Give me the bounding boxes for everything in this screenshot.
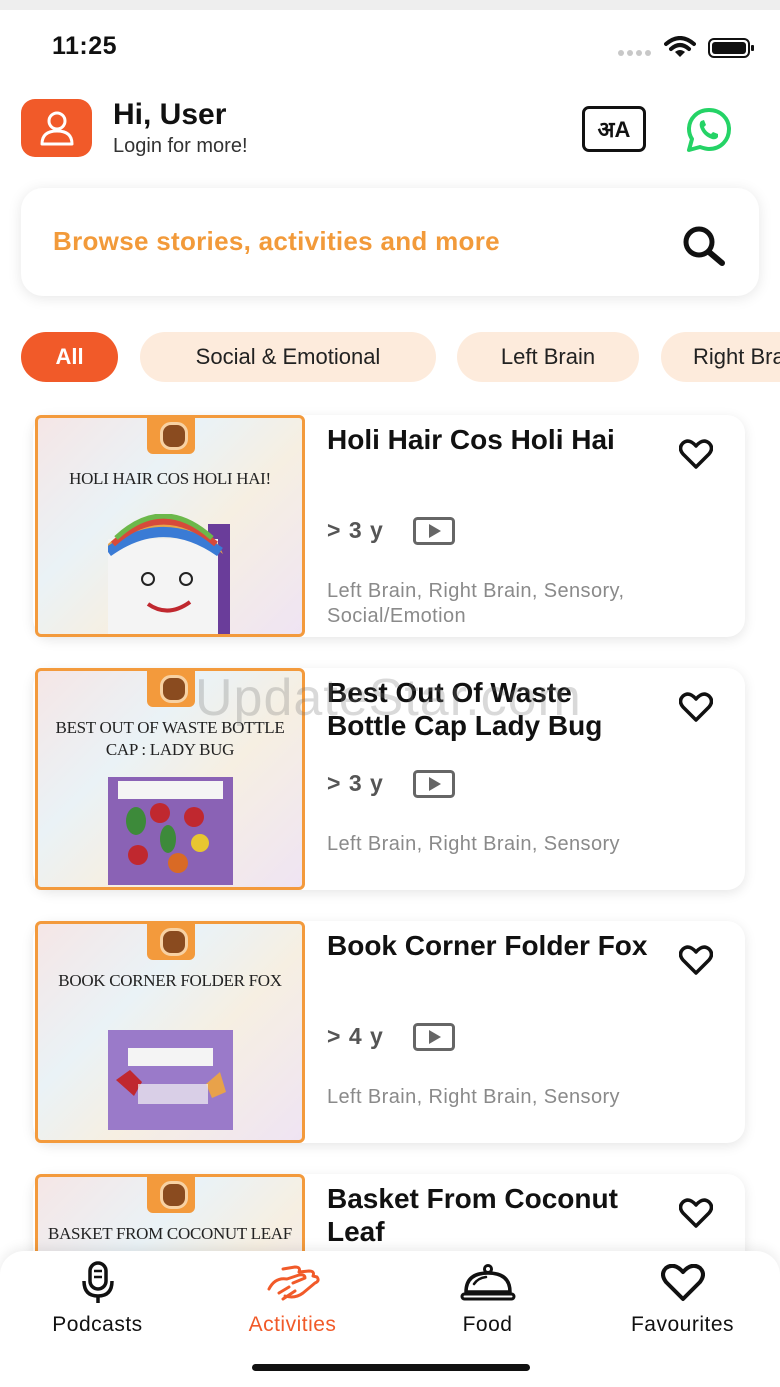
whatsapp-button[interactable] — [684, 106, 734, 154]
heart-icon[interactable] — [679, 945, 713, 975]
chip-label: All — [55, 344, 84, 369]
thumbnail-title: Book Corner Folder Fox — [58, 971, 282, 990]
tab-food[interactable]: Food — [390, 1251, 585, 1351]
chip-label: Social & Emotional — [195, 344, 381, 369]
age-label: > 3 y — [327, 517, 384, 543]
home-indicator — [252, 1364, 530, 1371]
search-placeholder: Browse stories, activities and more — [53, 226, 500, 256]
hands-icon — [267, 1265, 320, 1301]
brand-badge-icon — [147, 418, 195, 454]
activity-tags: Left Brain, Right Brain, Sensory — [327, 833, 620, 855]
activity-thumbnail: Holi Hair Cos Holi Hai! — [35, 415, 305, 637]
thumbnail-title: Holi Hair Cos Holi Hai! — [69, 469, 271, 488]
activity-title: Book Corner Folder Fox — [327, 930, 648, 961]
battery-icon — [708, 38, 754, 58]
craft-face-illustration — [108, 514, 230, 634]
activity-tags: Left Brain, Right Brain, Sensory, Social… — [327, 580, 625, 627]
chip-label: Left Brain — [500, 344, 596, 369]
chip-left-brain[interactable]: Left Brain — [457, 332, 639, 382]
activity-title: Basket From Coconut Leaf — [327, 1183, 618, 1247]
chip-all[interactable]: All — [21, 332, 118, 382]
language-icon: अA — [597, 117, 631, 142]
microphone-icon — [81, 1261, 114, 1303]
video-icon — [413, 517, 455, 545]
tab-label: Food — [462, 1313, 513, 1336]
activity-title: Holi Hair Cos Holi Hai — [327, 424, 615, 455]
status-bar: 11:25 — [0, 10, 780, 70]
heart-icon[interactable] — [679, 439, 713, 469]
heart-icon[interactable] — [679, 1198, 713, 1228]
top-strip — [0, 0, 780, 10]
user-avatar[interactable] — [21, 99, 92, 157]
chip-label: Right Brain — [693, 344, 780, 369]
brand-badge-icon — [147, 1177, 195, 1213]
language-button[interactable]: अA — [582, 106, 646, 152]
wifi-icon — [664, 36, 696, 57]
heart-icon — [660, 1264, 705, 1301]
craft-fox-illustration — [108, 1030, 233, 1130]
tab-label: Podcasts — [52, 1313, 143, 1336]
watermark: UpdateStar.com — [195, 669, 582, 727]
brand-badge-icon — [147, 924, 195, 960]
filter-chips: All Social & Emotional Left Brain Right … — [21, 332, 780, 382]
age-label: > 3 y — [327, 770, 384, 796]
login-prompt[interactable]: Login for more! — [113, 135, 248, 158]
tab-favourites[interactable]: Favourites — [585, 1251, 780, 1351]
activity-thumbnail: Book Corner Folder Fox — [35, 921, 305, 1143]
whatsapp-icon — [687, 108, 731, 152]
status-time: 11:25 — [52, 32, 118, 60]
greeting-text: Hi, User — [113, 98, 227, 131]
chip-right-brain[interactable]: Right Brain — [661, 332, 780, 382]
signal-dots-icon — [618, 50, 651, 56]
thumbnail-title: Basket From Coconut Leaf — [48, 1224, 292, 1243]
chip-social-emotional[interactable]: Social & Emotional — [140, 332, 436, 382]
brand-badge-icon — [147, 671, 195, 707]
user-icon — [40, 111, 73, 146]
activity-card[interactable]: Holi Hair Cos Holi Hai! Holi Hair Cos Ho… — [33, 415, 745, 637]
craft-ladybug-illustration — [108, 777, 233, 885]
search-bar[interactable]: Browse stories, activities and more — [21, 188, 759, 296]
activity-card[interactable]: Book Corner Folder Fox Book Corner Folde… — [33, 921, 745, 1143]
activity-tags: Left Brain, Right Brain, Sensory — [327, 1086, 620, 1108]
heart-icon[interactable] — [679, 692, 713, 722]
tab-label: Activities — [248, 1313, 337, 1336]
cloche-icon — [460, 1264, 515, 1301]
search-icon[interactable] — [680, 224, 728, 268]
tab-podcasts[interactable]: Podcasts — [0, 1251, 195, 1351]
video-icon — [413, 770, 455, 798]
age-label: > 4 y — [327, 1023, 384, 1049]
tab-activities[interactable]: Activities — [195, 1251, 390, 1351]
tab-label: Favourites — [630, 1313, 735, 1336]
video-icon — [413, 1023, 455, 1051]
